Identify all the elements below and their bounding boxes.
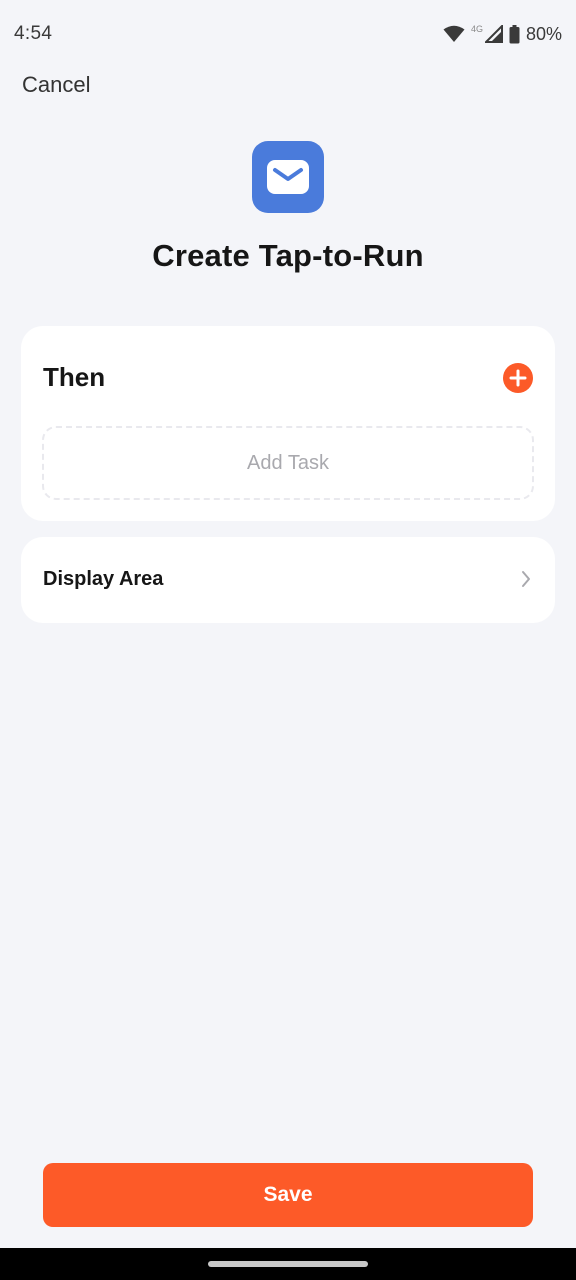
chevron-right-icon bbox=[522, 571, 530, 587]
add-task-button[interactable]: Add Task bbox=[42, 426, 534, 500]
status-icons: 4G 80% bbox=[443, 24, 562, 45]
page-title: Create Tap-to-Run bbox=[152, 238, 424, 273]
save-button[interactable]: Save bbox=[43, 1163, 533, 1227]
display-area-row[interactable]: Display Area bbox=[21, 537, 555, 623]
mail-icon bbox=[252, 141, 324, 213]
battery-level: 80% bbox=[525, 23, 562, 44]
status-time: 4:54 bbox=[14, 23, 53, 44]
add-task-plus-button[interactable] bbox=[503, 363, 533, 393]
screen: 4:54 4G 80% Cancel Create Tap-to-Run The… bbox=[0, 0, 576, 1280]
network-type: 4G bbox=[470, 24, 483, 34]
cancel-button[interactable]: Cancel bbox=[22, 72, 90, 98]
plus-icon bbox=[509, 369, 527, 387]
display-area-label: Display Area bbox=[43, 568, 164, 590]
battery-icon bbox=[509, 24, 520, 43]
status-bar: 4:54 4G 80% bbox=[0, 0, 576, 68]
wifi-icon bbox=[443, 25, 465, 42]
navigation-bar bbox=[0, 1248, 576, 1280]
then-card: Then Add Task bbox=[21, 326, 555, 521]
cell-signal-icon bbox=[484, 25, 503, 43]
home-gesture-handle[interactable] bbox=[208, 1261, 368, 1267]
then-title: Then bbox=[43, 362, 106, 392]
